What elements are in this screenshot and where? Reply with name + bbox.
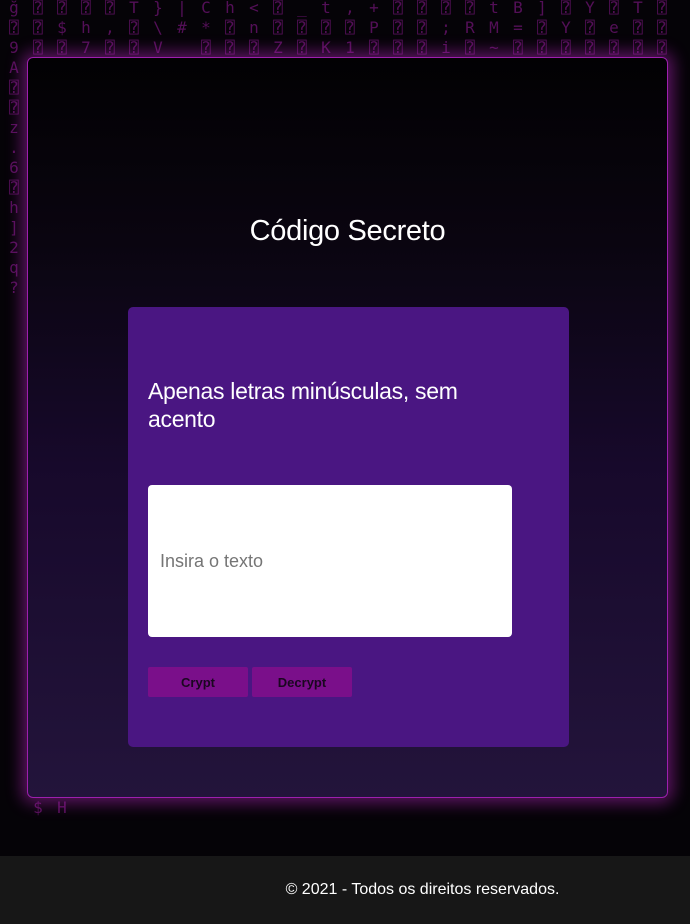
matrix-column: ⍰ ⍰ ⍰ <box>417 0 427 57</box>
matrix-column: ⍰ ⍰ ⍰ <box>657 0 667 57</box>
main-panel: Código Secreto Apenas letras minúsculas,… <box>27 57 668 798</box>
matrix-column: ⍰ h 7 <box>81 0 91 57</box>
matrix-column: } \ V <box>153 0 163 57</box>
matrix-column: ğ ⍰ 9 A ⍰ ⍰ z. 6 ⍰ h] 2 q? <box>9 0 19 297</box>
instructions-heading: Apenas letras minúsculas, sem acento <box>148 378 458 432</box>
matrix-column: + P ⍰ <box>369 0 379 57</box>
matrix-column: , ⍰ 1 <box>345 0 355 57</box>
matrix-column: ⍰ ⍰ ⍰ <box>393 0 403 57</box>
crypt-button[interactable]: Crypt <box>148 667 248 697</box>
matrix-column: C * ⍰ <box>201 0 211 57</box>
copyright-text: © 2021 - Todos os direitos reservados. <box>285 881 560 898</box>
cipher-card: Apenas letras minúsculas, sem acento Cry… <box>128 307 569 747</box>
footer: © 2021 - Todos os direitos reservados. <box>0 856 690 924</box>
matrix-column: Y ⍰ ⍰ <box>585 0 595 57</box>
matrix-column: _ ⍰ ⍰ <box>297 0 307 57</box>
matrix-column: ⍰; i <box>441 0 451 57</box>
matrix-column: t M ~ <box>489 0 499 57</box>
matrix-column: T ⍰ ⍰ <box>633 0 643 57</box>
matrix-column: < n ⍰ <box>249 0 259 57</box>
page-title: Código Secreto <box>249 215 446 247</box>
matrix-column: ] ⍰ ⍰ <box>537 0 547 57</box>
matrix-column: h ⍰ ⍰ <box>225 0 235 57</box>
matrix-column: ⍰ e ⍰ <box>609 0 619 57</box>
matrix-column: ⍰ R ⍰ <box>465 0 475 57</box>
matrix-column: B = ⍰ <box>513 0 523 57</box>
matrix-column: | # <box>177 0 187 37</box>
matrix-column: t ⍰ K <box>321 0 331 57</box>
decrypt-button[interactable]: Decrypt <box>252 667 352 697</box>
matrix-column: ⍰, ⍰ <box>105 0 115 57</box>
matrix-column: T ⍰ ⍰ <box>129 0 139 57</box>
text-input[interactable] <box>148 485 512 637</box>
matrix-column: ⍰ ⍰ Z <box>273 0 283 57</box>
matrix-column: ⍰ Y ⍰ <box>561 0 571 57</box>
